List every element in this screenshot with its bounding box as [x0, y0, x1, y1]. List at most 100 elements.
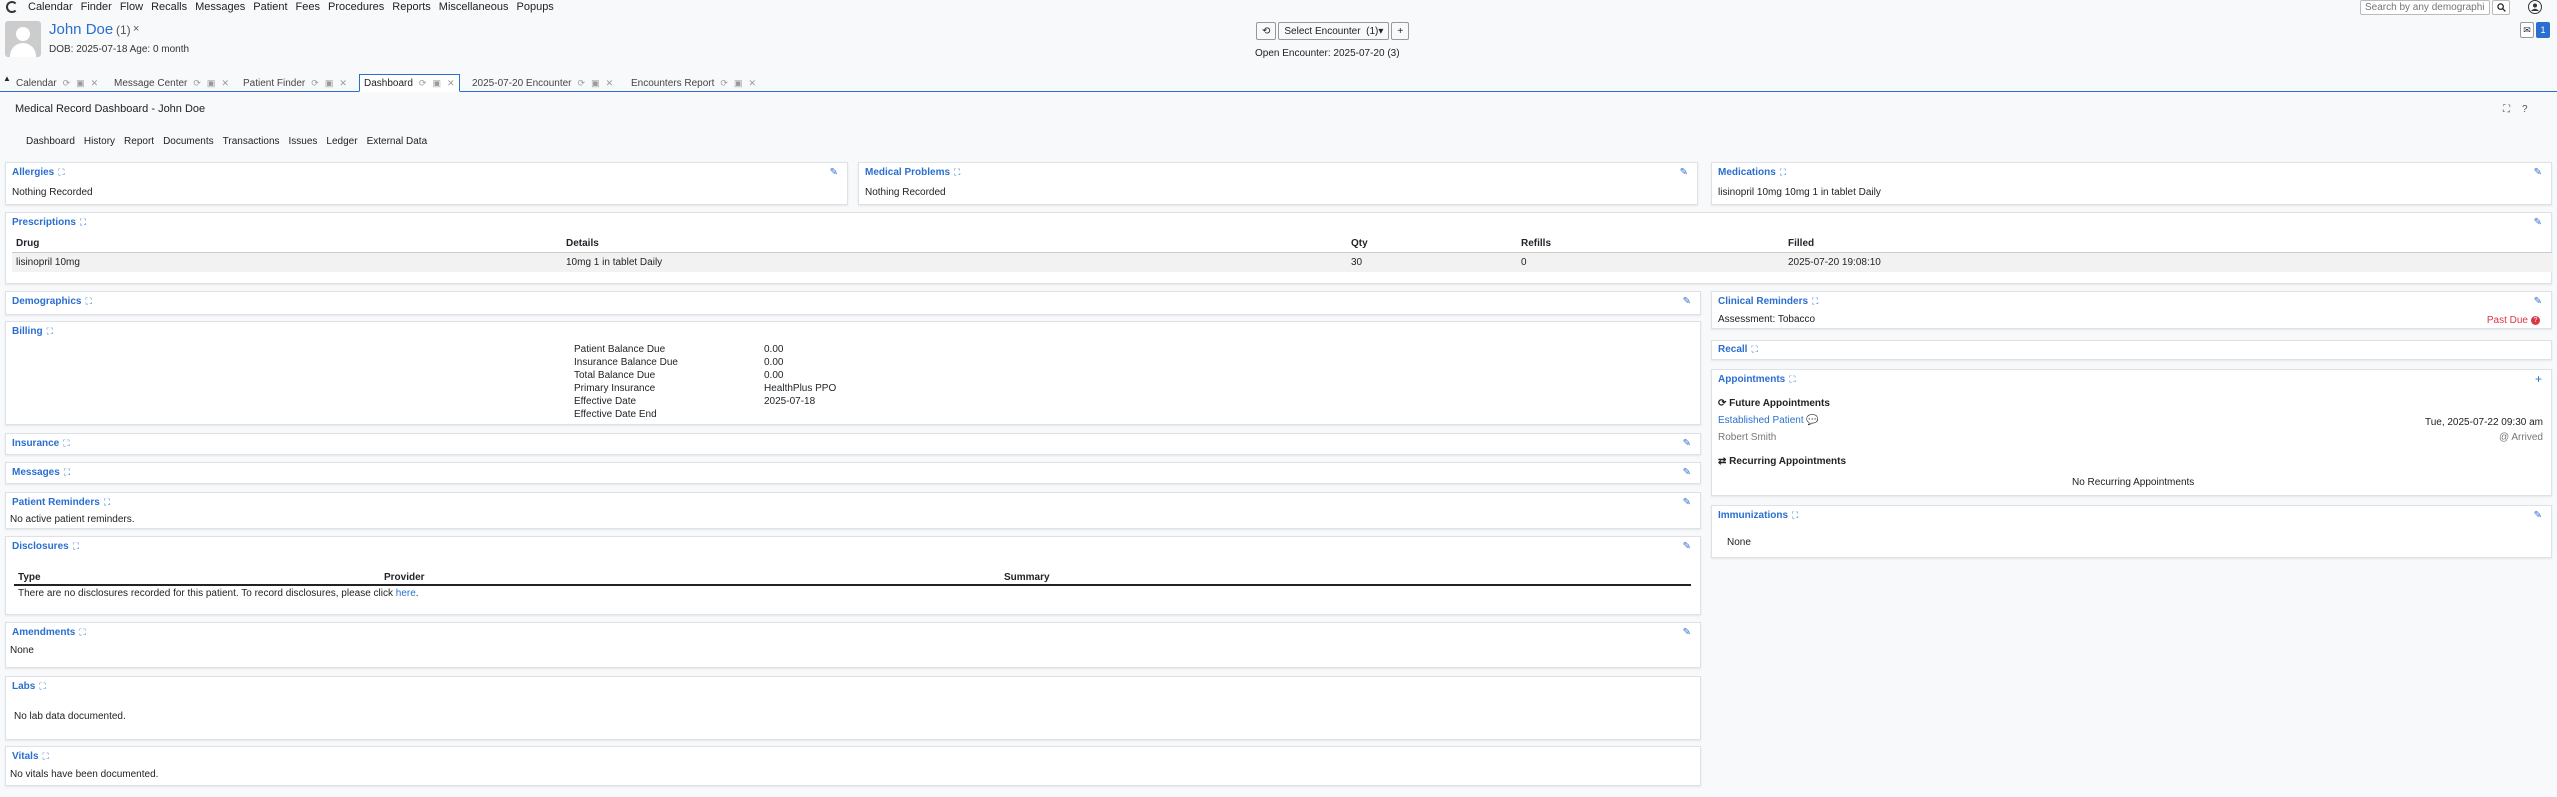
menu-item-fees[interactable]: Fees — [296, 1, 320, 13]
expand-icon[interactable]: ⛶ — [80, 217, 86, 227]
menu-item-reports[interactable]: Reports — [392, 1, 431, 13]
expand-icon[interactable]: ⛶ — [104, 497, 110, 507]
patient-name-link[interactable]: John Doe — [49, 21, 113, 38]
appointments-title[interactable]: Appointments ⛶ — [1718, 374, 1796, 385]
expand-icon[interactable]: ⛶ — [1792, 510, 1798, 520]
lock-icon[interactable]: ▣ — [76, 78, 85, 89]
billing-title[interactable]: Billing ⛶ — [12, 326, 53, 337]
expand-icon[interactable]: ⛶ — [954, 167, 960, 177]
vitals-title[interactable]: Vitals ⛶ — [12, 751, 49, 762]
edit-pencil-icon[interactable]: ✎ — [1683, 541, 1691, 552]
amendments-title[interactable]: Amendments ⛶ — [12, 627, 86, 638]
subnav-external-data[interactable]: External Data — [367, 136, 428, 147]
menu-item-miscellaneous[interactable]: Miscellaneous — [439, 1, 509, 13]
question-icon[interactable]: ? — [2531, 316, 2540, 325]
add-encounter-button[interactable]: + — [1391, 22, 1410, 40]
expand-icon[interactable]: ⛶ — [1780, 167, 1786, 177]
subnav-report[interactable]: Report — [124, 136, 154, 147]
refresh-icon[interactable]: ⟳ — [578, 78, 586, 89]
table-row[interactable]: lisinopril 10mg 10mg 1 in tablet Daily 3… — [12, 252, 2552, 272]
subnav-documents[interactable]: Documents — [163, 136, 214, 147]
subnav-ledger[interactable]: Ledger — [326, 136, 357, 147]
edit-pencil-icon[interactable]: ✎ — [1683, 438, 1691, 449]
app-logo-icon[interactable] — [6, 1, 18, 13]
clinical-reminders-title[interactable]: Clinical Reminders ⛶ — [1718, 296, 1818, 307]
allergies-title[interactable]: Allergies ⛶ — [12, 167, 65, 178]
appointment-type-link[interactable]: Established Patient 💬 — [1718, 415, 1819, 426]
close-icon[interactable]: ✕ — [91, 78, 99, 89]
menu-item-finder[interactable]: Finder — [81, 1, 112, 13]
edit-pencil-icon[interactable]: ✎ — [2534, 510, 2542, 521]
recall-title[interactable]: Recall ⛶ — [1718, 344, 1758, 355]
edit-pencil-icon[interactable]: ✎ — [2534, 167, 2542, 178]
tab-encounter[interactable]: 2025-07-20 Encounter ⟳ ▣ ✕ — [468, 74, 617, 92]
insurance-title[interactable]: Insurance ⛶ — [12, 438, 70, 449]
prescriptions-title[interactable]: Prescriptions ⛶ — [12, 217, 86, 228]
messages-title[interactable]: Messages ⛶ — [12, 467, 70, 478]
subnav-transactions[interactable]: Transactions — [223, 136, 280, 147]
comment-icon[interactable]: 💬 — [1806, 415, 1818, 426]
collapse-tabs-icon[interactable]: ▲ — [3, 74, 11, 83]
expand-icon[interactable]: ⛶ — [2503, 104, 2510, 115]
search-button[interactable] — [2492, 0, 2510, 15]
menu-item-patient[interactable]: Patient — [253, 1, 287, 13]
refresh-icon[interactable]: ⟳ — [419, 78, 427, 89]
user-account-icon[interactable] — [2528, 0, 2542, 14]
labs-title[interactable]: Labs ⛶ — [12, 681, 46, 692]
lock-icon[interactable]: ▣ — [591, 78, 600, 89]
expand-icon[interactable]: ⛶ — [73, 541, 79, 551]
demographics-title[interactable]: Demographics ⛶ — [12, 296, 92, 307]
expand-icon[interactable]: ⛶ — [58, 167, 64, 177]
menu-item-calendar[interactable]: Calendar — [28, 1, 73, 13]
lock-icon[interactable]: ▣ — [207, 78, 216, 89]
edit-pencil-icon[interactable]: ✎ — [1680, 167, 1688, 178]
refresh-icon[interactable]: ⟳ — [63, 78, 71, 89]
edit-pencil-icon[interactable]: ✎ — [2534, 217, 2542, 228]
subnav-issues[interactable]: Issues — [289, 136, 318, 147]
record-disclosure-link[interactable]: here — [396, 588, 416, 599]
edit-pencil-icon[interactable]: ✎ — [1683, 497, 1691, 508]
close-icon[interactable]: ✕ — [606, 78, 614, 89]
edit-pencil-icon[interactable]: ✎ — [1683, 296, 1691, 307]
help-icon[interactable]: ? — [2522, 104, 2528, 115]
expand-icon[interactable]: ⛶ — [1751, 344, 1757, 354]
expand-icon[interactable]: ⛶ — [64, 467, 70, 477]
disclosures-title[interactable]: Disclosures ⛶ — [12, 541, 79, 552]
message-count-badge[interactable]: 1 — [2536, 22, 2550, 38]
expand-icon[interactable]: ⛶ — [39, 681, 45, 691]
expand-icon[interactable]: ⛶ — [1812, 296, 1818, 306]
medications-title[interactable]: Medications ⛶ — [1718, 167, 1786, 178]
tab-message-center[interactable]: Message Center ⟳ ▣ ✕ — [110, 74, 233, 92]
close-icon[interactable]: ✕ — [748, 78, 756, 89]
expand-icon[interactable]: ⛶ — [63, 438, 69, 448]
lock-icon[interactable]: ▣ — [432, 78, 441, 89]
tab-calendar[interactable]: Calendar ⟳ ▣ ✕ — [12, 74, 102, 92]
open-encounter-link[interactable]: Open Encounter: 2025-07-20 (3) — [1255, 48, 1400, 59]
subnav-dashboard[interactable]: Dashboard — [26, 136, 75, 147]
menu-item-messages[interactable]: Messages — [195, 1, 245, 13]
patient-reminders-title[interactable]: Patient Reminders ⛶ — [12, 497, 110, 508]
expand-icon[interactable]: ⛶ — [85, 296, 91, 306]
close-icon[interactable]: ✕ — [339, 78, 347, 89]
tab-dashboard[interactable]: Dashboard ⟳ ▣ ✕ — [359, 74, 460, 92]
menu-item-popups[interactable]: Popups — [517, 1, 554, 13]
tab-patient-finder[interactable]: Patient Finder ⟳ ▣ ✕ — [239, 74, 351, 92]
subnav-history[interactable]: History — [84, 136, 115, 147]
patient-search-input[interactable] — [2360, 0, 2490, 15]
lock-icon[interactable]: ▣ — [734, 78, 743, 89]
lock-icon[interactable]: ▣ — [325, 78, 334, 89]
menu-item-recalls[interactable]: Recalls — [151, 1, 187, 13]
medical-problems-title[interactable]: Medical Problems ⛶ — [865, 167, 960, 178]
refresh-icon[interactable]: ⟳ — [720, 78, 728, 89]
expand-icon[interactable]: ⛶ — [79, 627, 85, 637]
close-patient-icon[interactable]: × — [133, 23, 139, 35]
expand-icon[interactable]: ⛶ — [43, 751, 49, 761]
mail-icon[interactable]: ✉ — [2520, 22, 2534, 38]
refresh-icon[interactable]: ⟳ — [311, 78, 319, 89]
edit-pencil-icon[interactable]: ✎ — [830, 167, 838, 178]
tab-encounters-report[interactable]: Encounters Report ⟳ ▣ ✕ — [627, 74, 760, 92]
close-icon[interactable]: ✕ — [447, 78, 455, 89]
refresh-icon[interactable]: ⟳ — [193, 78, 201, 89]
immunizations-title[interactable]: Immunizations ⛶ — [1718, 510, 1798, 521]
menu-item-flow[interactable]: Flow — [120, 1, 143, 13]
